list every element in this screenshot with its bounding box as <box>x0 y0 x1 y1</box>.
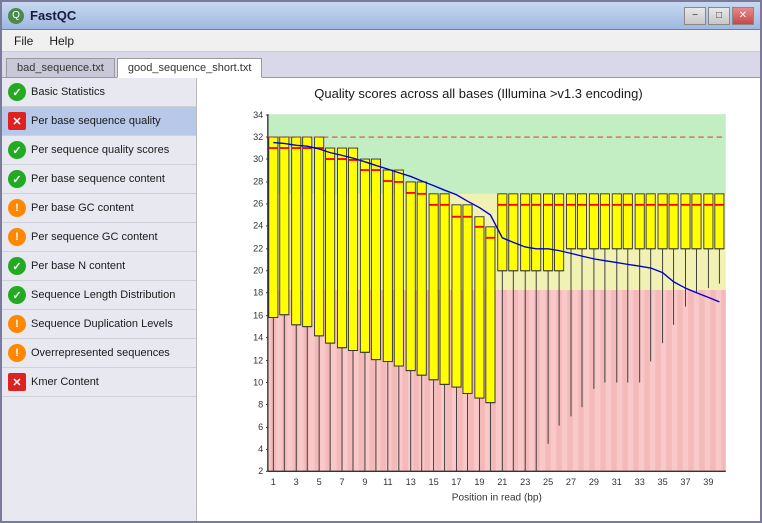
svg-text:27: 27 <box>566 477 576 487</box>
x-axis-label: Position in read (bp) <box>452 493 542 504</box>
status-icon-warn-4: ! <box>8 344 26 362</box>
sidebar-item-per-sequence-gc[interactable]: ! Per sequence GC content <box>2 223 196 252</box>
svg-text:35: 35 <box>658 477 668 487</box>
svg-text:9: 9 <box>362 477 367 487</box>
title-bar-left: Q FastQC <box>8 8 76 24</box>
sidebar-item-duplication[interactable]: ! Sequence Duplication Levels <box>2 310 196 339</box>
sidebar-label-overrepresented: Overrepresented sequences <box>31 347 170 359</box>
status-icon-warn-2: ! <box>8 228 26 246</box>
sidebar-label-kmer: Kmer Content <box>31 376 99 388</box>
chart-svg: 2 4 6 8 10 12 14 16 <box>205 105 752 508</box>
svg-text:6: 6 <box>258 422 263 432</box>
svg-text:11: 11 <box>383 477 393 487</box>
minimize-button[interactable]: − <box>684 7 706 25</box>
sidebar-label-seq-length: Sequence Length Distribution <box>31 289 175 301</box>
sidebar-item-per-base-content[interactable]: ✓ Per base sequence content <box>2 165 196 194</box>
svg-text:30: 30 <box>253 154 263 164</box>
svg-text:31: 31 <box>612 477 622 487</box>
status-icon-ok: ✓ <box>8 83 26 101</box>
sidebar-label-duplication: Sequence Duplication Levels <box>31 318 173 330</box>
svg-text:34: 34 <box>253 110 263 120</box>
sidebar-item-seq-length[interactable]: ✓ Sequence Length Distribution <box>2 281 196 310</box>
svg-text:37: 37 <box>680 477 690 487</box>
sidebar: ✓ Basic Statistics ✕ Per base sequence q… <box>2 78 197 521</box>
chart-area: Quality scores across all bases (Illumin… <box>197 78 760 521</box>
svg-text:25: 25 <box>543 477 553 487</box>
svg-text:12: 12 <box>253 355 263 365</box>
svg-text:15: 15 <box>429 477 439 487</box>
sidebar-label-per-base-content: Per base sequence content <box>31 173 165 185</box>
svg-text:2: 2 <box>258 466 263 476</box>
app-title: FastQC <box>30 8 76 23</box>
svg-text:26: 26 <box>253 199 263 209</box>
maximize-button[interactable]: □ <box>708 7 730 25</box>
title-bar: Q FastQC − □ ✕ <box>2 2 760 30</box>
status-icon-fail: ✕ <box>8 112 26 130</box>
sidebar-label-per-base-gc: Per base GC content <box>31 202 134 214</box>
status-icon-ok-5: ✓ <box>8 286 26 304</box>
svg-text:17: 17 <box>451 477 461 487</box>
status-icon-fail-2: ✕ <box>8 373 26 391</box>
svg-text:1: 1 <box>271 477 276 487</box>
svg-text:33: 33 <box>635 477 645 487</box>
x-axis: 1 3 5 7 9 11 13 15 17 19 21 23 25 27 <box>271 477 714 487</box>
svg-text:14: 14 <box>253 332 263 342</box>
svg-text:20: 20 <box>253 266 263 276</box>
status-icon-warn-3: ! <box>8 315 26 333</box>
close-button[interactable]: ✕ <box>732 7 754 25</box>
sidebar-label-basic-statistics: Basic Statistics <box>31 86 105 98</box>
sidebar-item-basic-statistics[interactable]: ✓ Basic Statistics <box>2 78 196 107</box>
menu-file[interactable]: File <box>6 32 41 50</box>
sidebar-item-overrepresented[interactable]: ! Overrepresented sequences <box>2 339 196 368</box>
tabs-bar: bad_sequence.txt good_sequence_short.txt <box>2 52 760 78</box>
svg-text:21: 21 <box>497 477 507 487</box>
svg-text:3: 3 <box>294 477 299 487</box>
main-content: ✓ Basic Statistics ✕ Per base sequence q… <box>2 78 760 521</box>
svg-text:10: 10 <box>253 377 263 387</box>
svg-text:39: 39 <box>703 477 713 487</box>
window-controls: − □ ✕ <box>684 7 754 25</box>
svg-text:24: 24 <box>253 221 263 231</box>
svg-text:13: 13 <box>406 477 416 487</box>
status-icon-warn: ! <box>8 199 26 217</box>
tab-bad-sequence[interactable]: bad_sequence.txt <box>6 58 115 77</box>
tab-good-sequence[interactable]: good_sequence_short.txt <box>117 58 263 78</box>
menu-bar: File Help <box>2 30 760 52</box>
chart-title: Quality scores across all bases (Illumin… <box>205 86 752 101</box>
menu-help[interactable]: Help <box>41 32 82 50</box>
main-window: Q FastQC − □ ✕ File Help bad_sequence.tx… <box>0 0 762 523</box>
svg-text:29: 29 <box>589 477 599 487</box>
chart-container: 2 4 6 8 10 12 14 16 <box>205 105 752 508</box>
sidebar-label-per-sequence-quality: Per sequence quality scores <box>31 144 169 156</box>
svg-text:19: 19 <box>474 477 484 487</box>
sidebar-item-per-base-n[interactable]: ✓ Per base N content <box>2 252 196 281</box>
sidebar-item-kmer[interactable]: ✕ Kmer Content <box>2 368 196 397</box>
sidebar-item-per-sequence-quality[interactable]: ✓ Per sequence quality scores <box>2 136 196 165</box>
sidebar-label-per-base-quality: Per base sequence quality <box>31 115 161 127</box>
sidebar-item-per-base-gc[interactable]: ! Per base GC content <box>2 194 196 223</box>
status-icon-ok-3: ✓ <box>8 170 26 188</box>
svg-text:23: 23 <box>520 477 530 487</box>
sidebar-label-per-sequence-gc: Per sequence GC content <box>31 231 158 243</box>
app-icon: Q <box>8 8 24 24</box>
sidebar-label-per-base-n: Per base N content <box>31 260 125 272</box>
svg-text:32: 32 <box>253 132 263 142</box>
sidebar-item-per-base-quality[interactable]: ✕ Per base sequence quality <box>2 107 196 136</box>
y-axis: 2 4 6 8 10 12 14 16 <box>253 110 268 476</box>
svg-text:7: 7 <box>339 477 344 487</box>
svg-text:28: 28 <box>253 177 263 187</box>
status-icon-ok-2: ✓ <box>8 141 26 159</box>
svg-text:8: 8 <box>258 399 263 409</box>
svg-text:5: 5 <box>317 477 322 487</box>
svg-text:18: 18 <box>253 288 263 298</box>
status-icon-ok-4: ✓ <box>8 257 26 275</box>
svg-text:4: 4 <box>258 444 263 454</box>
svg-text:16: 16 <box>253 310 263 320</box>
svg-text:22: 22 <box>253 244 263 254</box>
